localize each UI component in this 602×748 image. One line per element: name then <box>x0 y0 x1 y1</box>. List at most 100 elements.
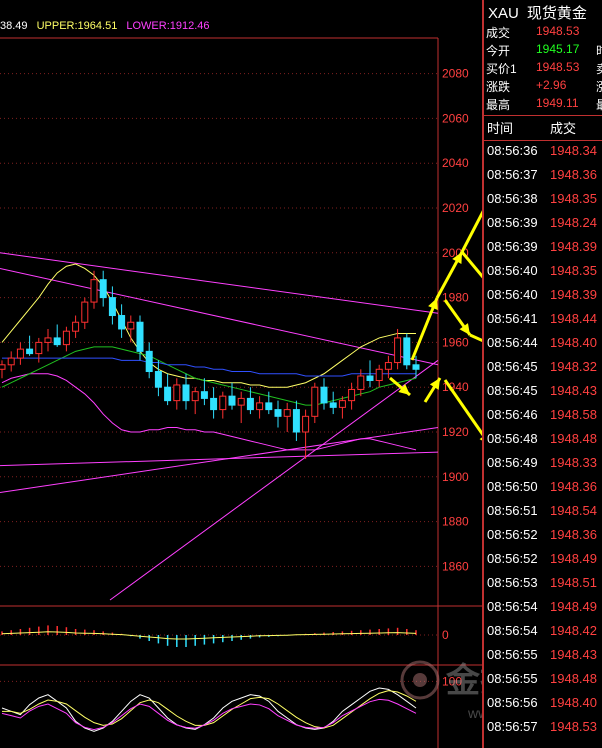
tick-price: 1948.42 <box>550 623 597 638</box>
tick-time: 08:56:36 <box>487 143 538 158</box>
candle-body <box>329 402 337 408</box>
candle-body <box>292 409 300 433</box>
tick-row[interactable]: 08:56:55 1948.43 <box>484 647 602 669</box>
annotation-arrow <box>469 333 482 343</box>
quote-extra: 最 <box>596 96 602 113</box>
candle-body <box>237 397 245 406</box>
tick-row[interactable]: 08:56:39 1948.24 <box>484 215 602 237</box>
tick-row[interactable]: 08:56:56 1948.40 <box>484 695 602 717</box>
tick-row[interactable]: 08:56:46 1948.58 <box>484 407 602 429</box>
tick-price: 1948.43 <box>550 383 597 398</box>
tick-row[interactable]: 08:56:53 1948.51 <box>484 575 602 597</box>
tick-time: 08:56:53 <box>487 575 538 590</box>
tick-row[interactable]: 08:56:37 1948.36 <box>484 167 602 189</box>
quote-label: 成交 <box>486 26 511 40</box>
tick-time: 08:56:55 <box>487 647 538 662</box>
tick-row[interactable]: 08:56:39 1948.39 <box>484 239 602 261</box>
candle-body <box>99 279 107 299</box>
tick-price: 1948.53 <box>550 719 597 734</box>
tick-row[interactable]: 08:56:36 1948.34 <box>484 143 602 165</box>
y-tick-label: 1900 <box>442 470 469 484</box>
candle-body <box>265 402 273 411</box>
candle-body <box>338 400 346 408</box>
tick-row[interactable]: 08:56:52 1948.49 <box>484 551 602 573</box>
quote-label: 涨跌 <box>486 80 511 94</box>
candle-body <box>26 348 34 355</box>
tick-row[interactable]: 08:56:52 1948.36 <box>484 527 602 549</box>
tick-row[interactable]: 08:56:38 1948.35 <box>484 191 602 213</box>
tick-price: 1948.43 <box>550 647 597 662</box>
trend-line <box>0 427 439 493</box>
series-line-lower <box>1 373 417 451</box>
tick-row[interactable]: 08:56:55 1948.48 <box>484 671 602 693</box>
y-tick-label: 2020 <box>442 201 469 215</box>
tick-time: 08:56:49 <box>487 455 538 470</box>
candle-body <box>53 337 61 346</box>
quote-extra: 卖 <box>596 60 602 77</box>
tick-row[interactable]: 08:56:40 1948.39 <box>484 287 602 309</box>
candle-body <box>375 368 383 381</box>
tick-time: 08:56:54 <box>487 599 538 614</box>
series-line-ma_blue <box>2 357 416 377</box>
tick-row[interactable]: 08:56:44 1948.40 <box>484 335 602 357</box>
tick-time: 08:56:40 <box>487 263 538 278</box>
candle-body <box>35 341 43 355</box>
quote-value: 1949.11 <box>536 96 579 110</box>
y-tick-label: 1960 <box>442 335 469 349</box>
tick-time: 08:56:40 <box>487 287 538 302</box>
tick-time: 08:56:55 <box>487 671 538 686</box>
tick-price: 1948.33 <box>550 455 597 470</box>
tick-row[interactable]: 08:56:57 1948.53 <box>484 719 602 741</box>
candle-body <box>348 388 356 402</box>
tick-row[interactable]: 08:56:41 1948.44 <box>484 311 602 333</box>
tick-price: 1948.49 <box>550 551 597 566</box>
candle-body <box>81 301 89 323</box>
tick-row[interactable]: 08:56:51 1948.54 <box>484 503 602 525</box>
tick-row[interactable]: 08:56:54 1948.42 <box>484 623 602 645</box>
candle-body <box>154 371 162 388</box>
candle-body <box>412 364 420 370</box>
tick-time: 08:56:44 <box>487 335 538 350</box>
tick-row[interactable]: 08:56:49 1948.33 <box>484 455 602 477</box>
tick-price: 1948.40 <box>550 335 597 350</box>
legend-upper: UPPER:1964.51 <box>36 20 118 32</box>
candle-body <box>173 384 181 402</box>
tick-row[interactable]: 08:56:45 1948.43 <box>484 383 602 405</box>
tick-row[interactable]: 08:56:54 1948.49 <box>484 599 602 621</box>
watermark-logo-dot <box>413 673 427 687</box>
tick-price: 1948.48 <box>550 431 597 446</box>
candle-body <box>182 384 190 402</box>
tick-price: 1948.35 <box>550 191 597 206</box>
candle-body <box>357 375 365 390</box>
legend-lower: LOWER:1912.46 <box>126 20 210 32</box>
tick-time: 08:56:56 <box>487 695 538 710</box>
tick-price: 1948.35 <box>550 263 597 278</box>
tick-price: 1948.39 <box>550 239 597 254</box>
tick-price: 1948.44 <box>550 311 597 326</box>
tick-time: 08:56:46 <box>487 407 538 422</box>
candle-body <box>90 279 98 303</box>
divider <box>484 140 602 141</box>
tick-price: 1948.36 <box>550 479 597 494</box>
candle-body <box>7 357 15 366</box>
tick-header-time: 时间 <box>487 121 514 136</box>
candle-body <box>72 321 80 332</box>
quote-value: 1948.53 <box>536 60 580 74</box>
tick-row[interactable]: 08:56:50 1948.36 <box>484 479 602 501</box>
tick-row[interactable]: 08:56:48 1948.48 <box>484 431 602 453</box>
tick-time: 08:56:48 <box>487 431 538 446</box>
quote-value: +2.96 <box>536 78 567 92</box>
tick-row[interactable]: 08:56:40 1948.35 <box>484 263 602 285</box>
tick-price: 1948.58 <box>550 407 597 422</box>
y-tick-label: 2060 <box>442 111 469 125</box>
quote-label: 最高 <box>486 98 511 112</box>
tick-header-price: 成交 <box>550 121 577 136</box>
tick-row[interactable]: 08:56:45 1948.32 <box>484 359 602 381</box>
candle-body <box>219 395 227 411</box>
y-tick-label: 1920 <box>442 425 469 439</box>
quote-extra: 涨 <box>596 78 602 95</box>
candle-body <box>62 330 70 346</box>
legend-mid: 38.49 <box>0 20 28 32</box>
y-tick-label: 1860 <box>442 559 469 573</box>
quote-extra: 时 <box>596 42 602 59</box>
